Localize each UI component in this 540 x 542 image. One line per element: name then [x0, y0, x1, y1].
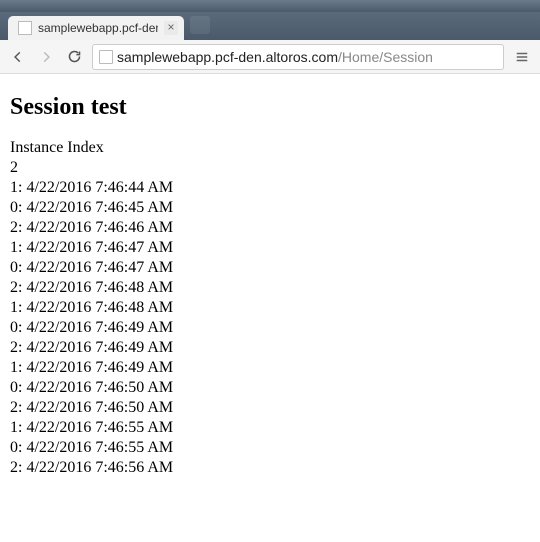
log-line: 2: 4/22/2016 7:46:48 AM [10, 278, 530, 298]
new-tab-button[interactable] [190, 16, 210, 34]
arrow-left-icon [11, 50, 25, 64]
log-line: 0: 4/22/2016 7:46:50 AM [10, 378, 530, 398]
log-line: 1: 4/22/2016 7:46:44 AM [10, 178, 530, 198]
log-line: 2: 4/22/2016 7:46:46 AM [10, 218, 530, 238]
close-icon[interactable]: × [164, 21, 178, 35]
forward-button[interactable] [36, 47, 56, 67]
log-line: 1: 4/22/2016 7:46:55 AM [10, 418, 530, 438]
log-line: 1: 4/22/2016 7:46:48 AM [10, 298, 530, 318]
menu-button[interactable] [512, 47, 532, 67]
reload-button[interactable] [64, 47, 84, 67]
toolbar: samplewebapp.pcf-den.altoros.com/Home/Se… [0, 40, 540, 74]
tab-active[interactable]: samplewebapp.pcf-den.al × [8, 16, 184, 40]
browser-window: samplewebapp.pcf-den.al × samplewebapp.p… [0, 0, 540, 502]
page-icon [18, 21, 32, 35]
page-title: Session test [10, 92, 530, 122]
log-line: 2: 4/22/2016 7:46:49 AM [10, 338, 530, 358]
log-line: 2: 4/22/2016 7:46:50 AM [10, 398, 530, 418]
instance-index-label: Instance Index [10, 138, 530, 158]
url-host: samplewebapp.pcf-den.altoros.com [117, 49, 338, 65]
address-bar[interactable]: samplewebapp.pcf-den.altoros.com/Home/Se… [92, 44, 504, 70]
url-text: samplewebapp.pcf-den.altoros.com/Home/Se… [117, 49, 433, 65]
log-line: 0: 4/22/2016 7:46:49 AM [10, 318, 530, 338]
log-line: 0: 4/22/2016 7:46:45 AM [10, 198, 530, 218]
tab-strip: samplewebapp.pcf-den.al × [0, 12, 540, 40]
page-content: Session test Instance Index 2 1: 4/22/20… [0, 74, 540, 502]
back-button[interactable] [8, 47, 28, 67]
log-line: 0: 4/22/2016 7:46:55 AM [10, 438, 530, 458]
log-line: 0: 4/22/2016 7:46:47 AM [10, 258, 530, 278]
page-icon [99, 50, 113, 64]
log-line: 2: 4/22/2016 7:46:56 AM [10, 458, 530, 478]
log-line: 1: 4/22/2016 7:46:49 AM [10, 358, 530, 378]
arrow-right-icon [39, 50, 53, 64]
log-line: 1: 4/22/2016 7:46:47 AM [10, 238, 530, 258]
instance-index-value: 2 [10, 158, 530, 178]
session-log: 1: 4/22/2016 7:46:44 AM0: 4/22/2016 7:46… [10, 178, 530, 478]
tab-title: samplewebapp.pcf-den.al [38, 21, 158, 35]
url-path: /Home/Session [338, 49, 433, 65]
window-titlebar [0, 0, 540, 12]
reload-icon [67, 49, 82, 64]
hamburger-icon [515, 50, 529, 64]
